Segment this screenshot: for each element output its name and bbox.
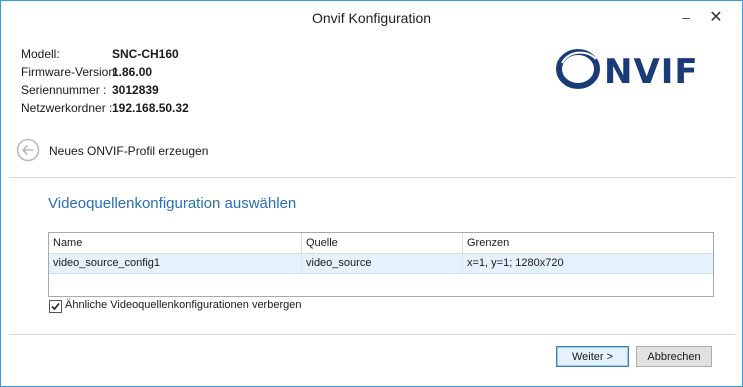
column-header-bounds[interactable]: Grenzen [463,233,713,253]
column-header-source[interactable]: Quelle [302,233,463,253]
back-arrow-circle-icon[interactable] [16,138,40,162]
serial-label: Seriennummer : [21,83,107,97]
network-label: Netzwerkordner : [21,101,113,115]
close-button[interactable]: ✕ [703,7,729,29]
svg-text:NVIF: NVIF [604,52,699,91]
table-row[interactable]: video_source_config1 video_source x=1, y… [49,254,713,274]
divider [9,177,735,178]
table-header: Name Quelle Grenzen [49,233,713,254]
video-source-table[interactable]: Name Quelle Grenzen video_source_config1… [48,232,714,297]
minimize-button[interactable]: – [673,7,699,29]
hide-similar-label[interactable]: Ähnliche Videoquellenkonfigurationen ver… [65,299,301,311]
model-value: SNC-CH160 [112,47,179,61]
network-value: 192.168.50.32 [112,101,189,115]
info-row-firmware: Firmware-Version: 1.86.00 [21,63,189,81]
hide-similar-checkbox[interactable] [49,300,62,313]
section-title: Videoquellenkonfiguration auswählen [48,195,297,212]
firmware-label: Firmware-Version: [21,65,119,79]
cell-bounds: x=1, y=1; 1280x720 [467,257,564,269]
model-label: Modell: [21,47,60,61]
column-header-name[interactable]: Name [49,233,302,253]
cancel-button[interactable]: Abbrechen [636,346,712,367]
window-title: Onvif Konfiguration [311,10,432,26]
info-row-model: Modell: SNC-CH160 [21,45,189,63]
device-info: Modell: SNC-CH160 Firmware-Version: 1.86… [21,45,189,117]
dialog-window: Onvif Konfiguration – ✕ Modell: SNC-CH16… [0,0,743,387]
next-button[interactable]: Weiter > [556,346,629,367]
cell-source: video_source [302,254,463,273]
info-row-network: Netzwerkordner : 192.168.50.32 [21,99,189,117]
firmware-value: 1.86.00 [112,65,153,79]
cell-name: video_source_config1 [49,254,302,273]
new-profile-link[interactable]: Neues ONVIF-Profil erzeugen [49,144,208,158]
info-row-serial: Seriennummer : 3012839 [21,81,189,99]
onvif-logo: NVIF [556,49,699,91]
divider [9,334,735,335]
serial-value: 3012839 [112,83,159,97]
title-bar[interactable]: Onvif Konfiguration – ✕ [1,1,742,35]
